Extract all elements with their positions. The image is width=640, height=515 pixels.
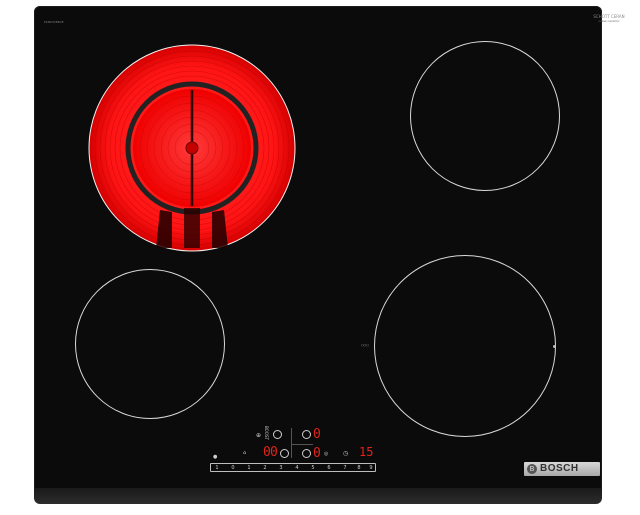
slider-mark-0[interactable]: 0 — [229, 465, 237, 471]
power-icon[interactable]: ● — [213, 454, 217, 460]
slider-mark-3[interactable]: 3 — [277, 465, 285, 471]
dual-zone-icon: ◎ — [324, 451, 329, 457]
zone-select-button-front-left[interactable] — [280, 449, 289, 458]
timer-display: 15 — [359, 445, 374, 459]
slider-prefix: 1 — [215, 465, 219, 471]
zone-select-button-front-right[interactable] — [302, 449, 311, 458]
slider-mark-2[interactable]: 2 — [261, 465, 269, 471]
power-display-rear-right: 0 — [313, 427, 321, 442]
slider-mark-4[interactable]: 4 — [293, 465, 301, 471]
zone-select-button-rear-right[interactable] — [302, 430, 311, 439]
brand-plate: B BOSCH — [524, 462, 600, 476]
brand-name: BOSCH — [540, 463, 579, 474]
slider-mark-6[interactable]: 6 — [325, 465, 333, 471]
slider-mark-1[interactable]: 1 — [245, 465, 253, 471]
wipe-protect-icon: ⌂ — [243, 450, 247, 456]
panel-divider-horizontal — [291, 444, 313, 445]
slider-mark-8[interactable]: 8 — [355, 465, 363, 471]
control-panel: ⊕ BOOST 0 0 ⌂ 0 0 ◎ ◷ 15 ● 0 1 2 3 4 5 6… — [0, 0, 640, 515]
zone-select-button-rear-left[interactable] — [273, 430, 282, 439]
bosch-logo-icon: B — [527, 464, 537, 474]
slider-mark-9[interactable]: 9 — [367, 465, 375, 471]
boost-indicator: BOOST — [264, 426, 269, 440]
power-display-front-right: 0 — [313, 446, 321, 461]
lock-icon: ⊕ — [256, 432, 262, 439]
slider-mark-5[interactable]: 5 — [309, 465, 317, 471]
slider-mark-7[interactable]: 7 — [341, 465, 349, 471]
power-display-rear-left-second: 0 — [270, 445, 278, 460]
timer-icon: ◷ — [343, 450, 349, 457]
panel-divider — [291, 428, 292, 458]
power-slider[interactable]: 0 1 2 3 4 5 6 7 8 9 1 — [210, 463, 376, 472]
